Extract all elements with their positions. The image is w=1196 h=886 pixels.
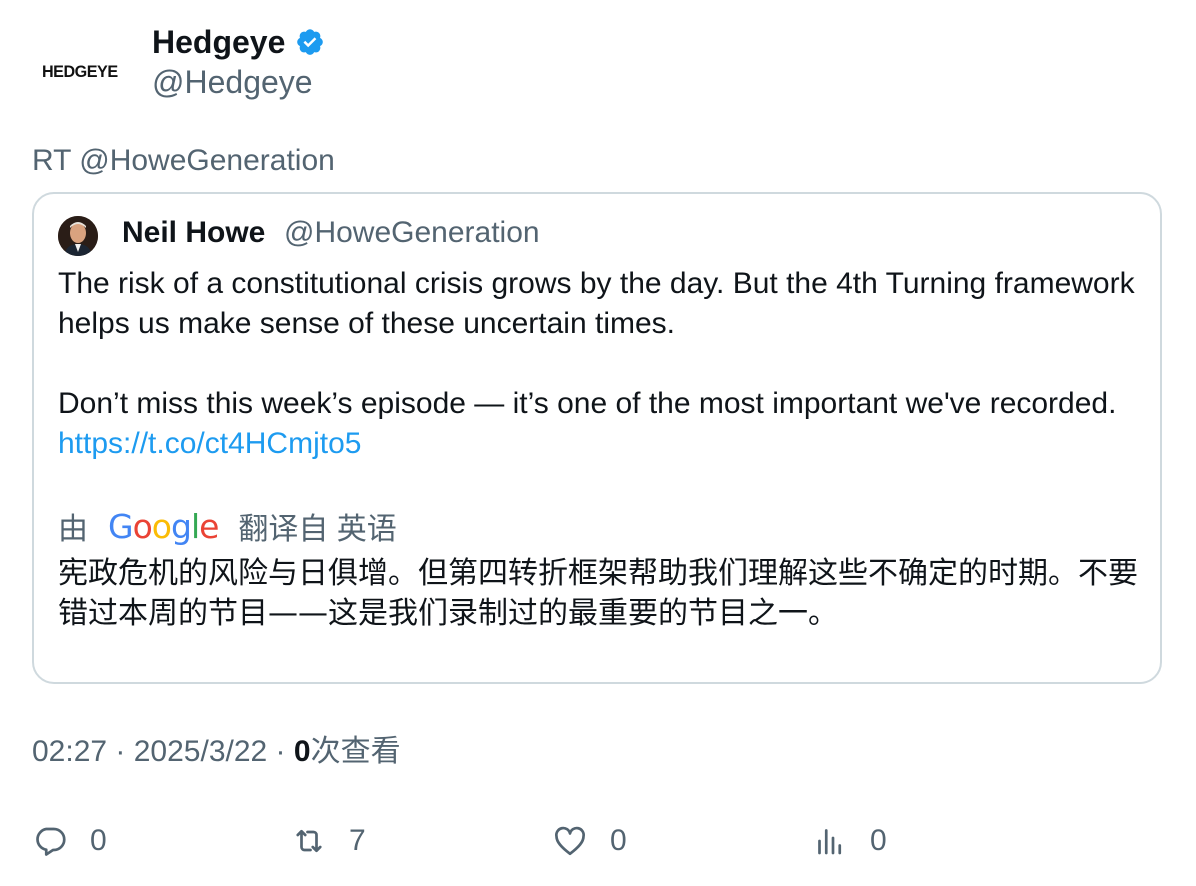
quoted-text-body: Don’t miss this week’s episode — it’s on… (58, 387, 1125, 420)
like-button[interactable]: 0 (552, 818, 627, 864)
views-label: 次查看 (310, 735, 401, 768)
reply-icon (36, 827, 66, 856)
quoted-text-paragraph-1: The risk of a constitutional crisis grow… (58, 267, 1143, 340)
heart-icon (555, 826, 585, 856)
translation-attribution: 由 Google 翻译自 英语 (58, 506, 397, 547)
author-name-label: Hedgeye (152, 24, 286, 60)
quoted-author-name[interactable]: Neil Howe (122, 214, 265, 252)
tweet-date[interactable]: 2025/3/22 (134, 732, 267, 772)
tweet-meta: 02:27 · 2025/3/22 · 0 次查看 (32, 732, 401, 772)
translate-suffix: 翻译自 英语 (238, 513, 397, 546)
quoted-text-paragraph-2: Don’t miss this week’s episode — it’s on… (58, 384, 1138, 464)
views-action-count: 0 (870, 824, 887, 857)
reply-button[interactable]: 0 (32, 818, 107, 864)
portrait-icon (58, 216, 98, 256)
author-handle[interactable]: @Hedgeye (152, 62, 313, 102)
retweet-count: 7 (349, 824, 366, 857)
retweet-attribution[interactable]: RT @HoweGeneration (32, 142, 335, 180)
reply-count: 0 (90, 824, 107, 857)
meta-separator: · (107, 735, 134, 768)
author-avatar[interactable]: HEDGEYE (30, 30, 130, 114)
meta-separator: · (267, 735, 294, 768)
verified-badge-icon (297, 29, 324, 55)
analytics-icon (818, 829, 842, 855)
retweet-icon (296, 829, 322, 853)
author-name[interactable]: Hedgeye (152, 22, 325, 62)
tweet-time[interactable]: 02:27 (32, 732, 107, 772)
quoted-author-handle[interactable]: @HoweGeneration (284, 214, 540, 252)
google-logo-icon[interactable]: Google (108, 507, 219, 546)
views-count: 0 (293, 735, 311, 768)
hedgeye-logo: HEDGEYE (42, 62, 118, 81)
tweet-link[interactable]: https://t.co/ct4HCmjto5 (58, 427, 361, 460)
views-button[interactable]: 0 (812, 818, 887, 864)
like-count: 0 (610, 824, 627, 857)
translated-text: 宪政危机的风险与日俱增。但第四转折框架帮助我们理解这些不确定的时期。不要错过本周… (58, 556, 1138, 631)
quoted-author-avatar[interactable] (58, 216, 98, 256)
translate-prefix: 由 (58, 513, 88, 546)
retweet-button[interactable]: 7 (291, 818, 366, 864)
